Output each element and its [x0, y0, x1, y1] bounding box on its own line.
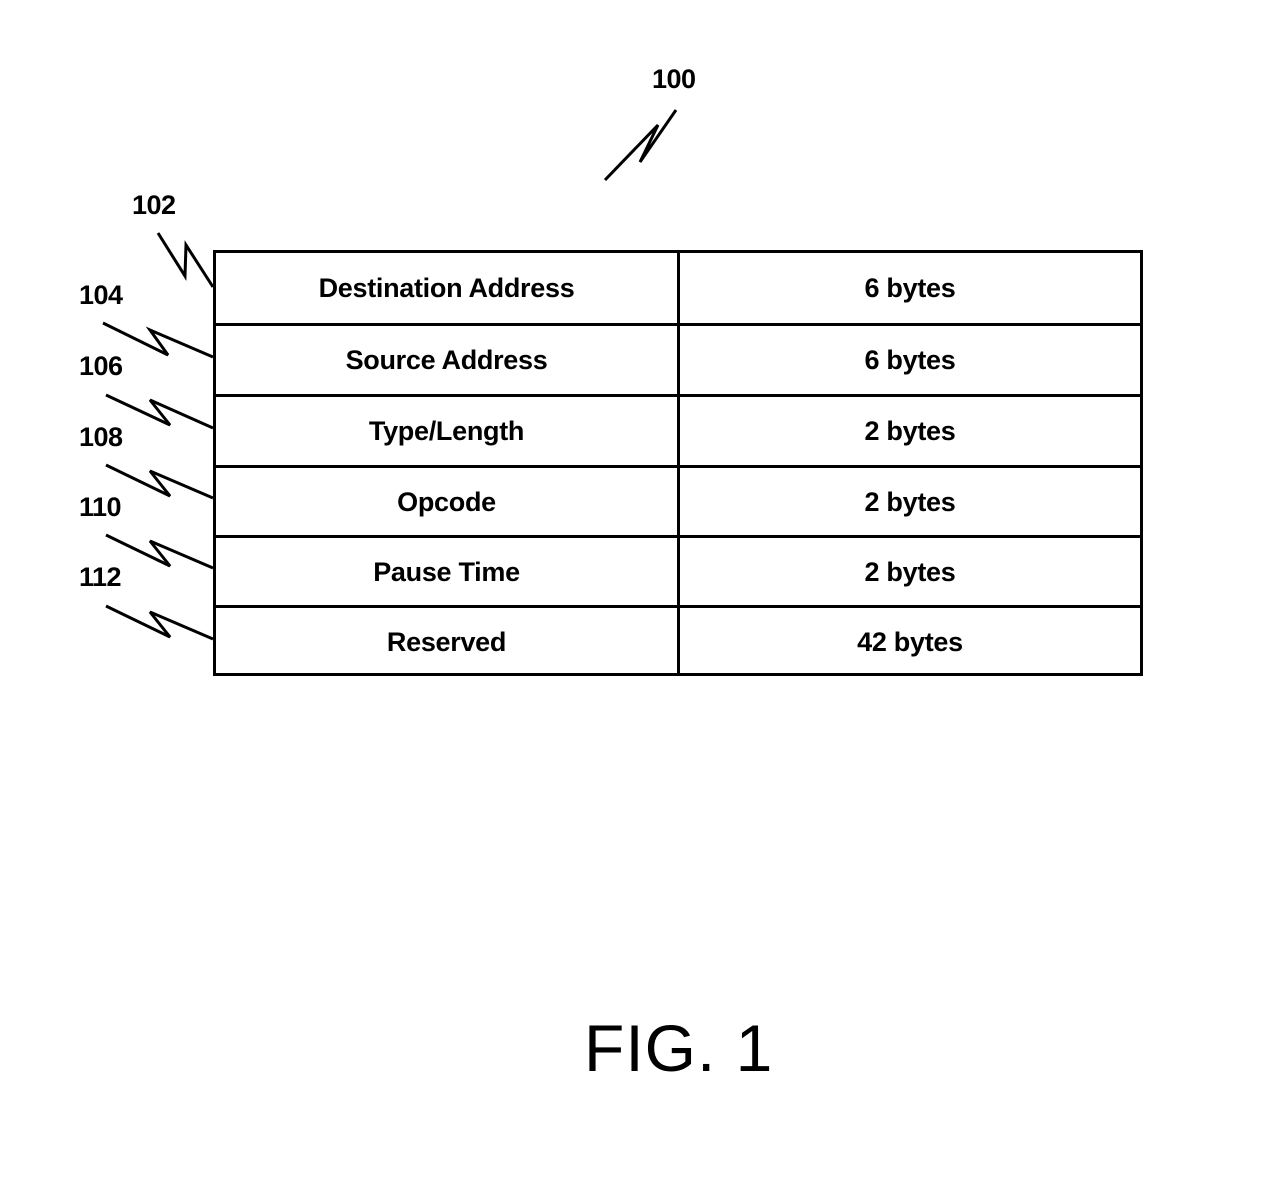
field-size: 6 bytes [864, 344, 956, 375]
table-row: Destination Address 6 bytes [216, 253, 1140, 324]
ref-label-108: 108 [79, 422, 123, 452]
field-size: 2 bytes [864, 415, 956, 446]
table-row: Type/Length 2 bytes [216, 394, 1140, 465]
field-name: Type/Length [216, 397, 680, 465]
leader-112 [105, 604, 214, 641]
field-size: 6 bytes [864, 273, 956, 303]
ref-label-112: 112 [79, 562, 122, 592]
ref-label-100: 100 [652, 64, 696, 94]
ref-label-104: 104 [79, 280, 123, 310]
field-size: 2 bytes [864, 556, 956, 587]
table-row: Reserved 42 bytes [216, 605, 1140, 676]
leader-110 [105, 533, 214, 570]
leader-102 [156, 232, 215, 288]
table-row: Pause Time 2 bytes [216, 535, 1140, 606]
field-name: Destination Address [216, 253, 680, 324]
field-size: 2 bytes [864, 486, 956, 517]
field-name: Reserved [216, 608, 680, 676]
table-row: Opcode 2 bytes [216, 465, 1140, 536]
field-name: Source Address [216, 326, 680, 394]
field-name: Opcode [216, 468, 680, 536]
table-row: Source Address 6 bytes [216, 323, 1140, 394]
ref-label-102: 102 [132, 190, 176, 220]
ref-label-106: 106 [79, 351, 123, 381]
leader-100 [603, 109, 678, 182]
frame-format-table: Destination Address 6 bytes Source Addre… [213, 250, 1143, 676]
field-size: 42 bytes [857, 626, 963, 657]
field-name: Pause Time [216, 538, 680, 606]
figure-caption: FIG. 1 [584, 1011, 774, 1085]
ref-label-110: 110 [79, 492, 122, 522]
leader-108 [105, 463, 214, 500]
